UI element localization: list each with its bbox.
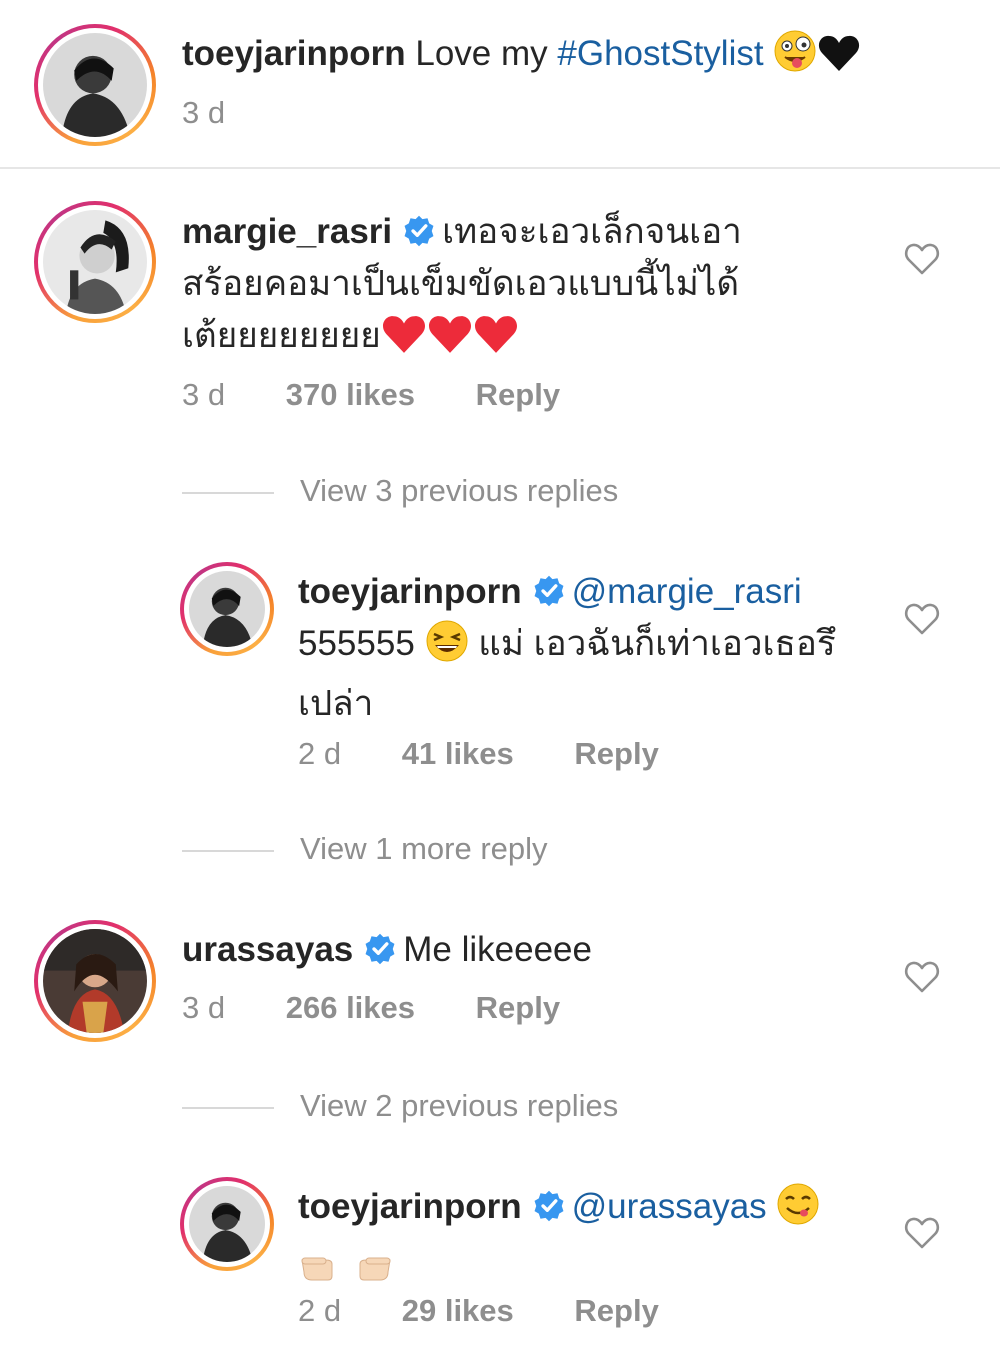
- caption-meta: 3 d: [182, 95, 225, 131]
- verified-badge-icon: [534, 1190, 564, 1222]
- reply-meta: 2 d 29 likes Reply: [298, 1293, 659, 1329]
- reply-line-3: เปล่า: [298, 684, 374, 723]
- caption-time: 3 d: [182, 95, 226, 130]
- caption-username[interactable]: toeyjarinporn: [182, 34, 406, 73]
- reply-text: toeyjarinporn @margie_rasri 555555 แม่ เอ…: [298, 566, 888, 730]
- verified-badge-icon: [534, 575, 564, 607]
- comment-author-avatar[interactable]: [34, 920, 156, 1042]
- reply-author-avatar[interactable]: [180, 562, 274, 656]
- view-more-replies-label[interactable]: View 1 more reply: [300, 831, 548, 866]
- comment-time: 3 d: [182, 990, 226, 1025]
- comment-meta: 3 d 370 likes Reply: [182, 377, 560, 413]
- like-heart-icon[interactable]: [904, 242, 940, 276]
- yum-face-emoji-icon: [776, 1182, 820, 1241]
- reply-line-2-prefix: 555555: [298, 624, 415, 663]
- reply-likes[interactable]: 29 likes: [402, 1293, 514, 1329]
- view-previous-replies-label[interactable]: View 2 previous replies: [300, 1088, 618, 1123]
- comment-body: Me likeeeee: [403, 930, 592, 969]
- like-heart-icon[interactable]: [904, 960, 940, 994]
- reply-button[interactable]: Reply: [574, 736, 658, 772]
- replies-line: [182, 849, 274, 852]
- view-previous-replies-label[interactable]: View 3 previous replies: [300, 473, 618, 508]
- comment-likes[interactable]: 266 likes: [286, 990, 415, 1026]
- red-heart-emoji-icon: [473, 313, 519, 370]
- reply-meta: 2 d 41 likes Reply: [298, 736, 659, 772]
- comment-text: margie_rasri เทอจะเอวเล็กจนเอา สร้อยคอมาเ…: [182, 206, 882, 370]
- caption-body: Love my: [415, 34, 548, 73]
- reply-username[interactable]: toeyjarinporn: [298, 1187, 522, 1226]
- caption-hashtag[interactable]: #GhostStylist: [557, 34, 763, 73]
- reply-mention[interactable]: @margie_rasri: [572, 572, 802, 611]
- reply-button[interactable]: Reply: [574, 1293, 658, 1329]
- reply-username[interactable]: toeyjarinporn: [298, 572, 522, 611]
- zany-face-emoji-icon: [773, 29, 817, 88]
- comment-username[interactable]: urassayas: [182, 930, 353, 969]
- reply-line-2-suffix: แม่ เอวฉันก็เท่าเอวเธอรึ: [478, 624, 836, 663]
- comment-line-1: เทอจะเอวเล็กจนเอา: [442, 212, 742, 251]
- comment-time: 3 d: [182, 377, 226, 412]
- red-heart-emoji-icon: [381, 313, 427, 370]
- comment-text: urassayas Me likeeeee: [182, 924, 882, 976]
- view-previous-replies[interactable]: View 2 previous replies: [182, 1088, 618, 1124]
- caption-text: toeyjarinporn Love my #GhostStylist: [182, 28, 942, 88]
- comment-line-3: เต้ยยยยยยยย: [182, 316, 381, 355]
- comment-meta: 3 d 266 likes Reply: [182, 990, 560, 1026]
- reply-author-avatar[interactable]: [180, 1177, 274, 1271]
- comment-author-avatar[interactable]: [34, 201, 156, 323]
- caption-divider: [0, 167, 1000, 169]
- replies-line: [182, 491, 274, 494]
- view-previous-replies[interactable]: View 3 previous replies: [182, 473, 618, 509]
- reply-time: 2 d: [298, 736, 342, 771]
- reply-button[interactable]: Reply: [476, 377, 560, 413]
- reply-button[interactable]: Reply: [476, 990, 560, 1026]
- like-heart-icon[interactable]: [904, 602, 940, 636]
- reply-mention[interactable]: @urassayas: [572, 1187, 767, 1226]
- red-heart-emoji-icon: [427, 313, 473, 370]
- black-heart-emoji-icon: [817, 33, 861, 88]
- reply-time: 2 d: [298, 1293, 342, 1328]
- comment-username[interactable]: margie_rasri: [182, 212, 392, 251]
- replies-line: [182, 1106, 274, 1109]
- caption-author-avatar[interactable]: [34, 24, 156, 146]
- reply-text: toeyjarinporn @urassayas: [298, 1181, 888, 1301]
- comment-line-2: สร้อยคอมาเป็นเข็มขัดเอวแบบนี้ไม่ได้: [182, 264, 740, 303]
- comment-likes[interactable]: 370 likes: [286, 377, 415, 413]
- laughing-face-emoji-icon: [425, 619, 469, 678]
- reply-likes[interactable]: 41 likes: [402, 736, 514, 772]
- verified-badge-icon: [404, 215, 434, 247]
- like-heart-icon[interactable]: [904, 1216, 940, 1250]
- view-more-replies[interactable]: View 1 more reply: [182, 831, 548, 867]
- verified-badge-icon: [365, 933, 395, 965]
